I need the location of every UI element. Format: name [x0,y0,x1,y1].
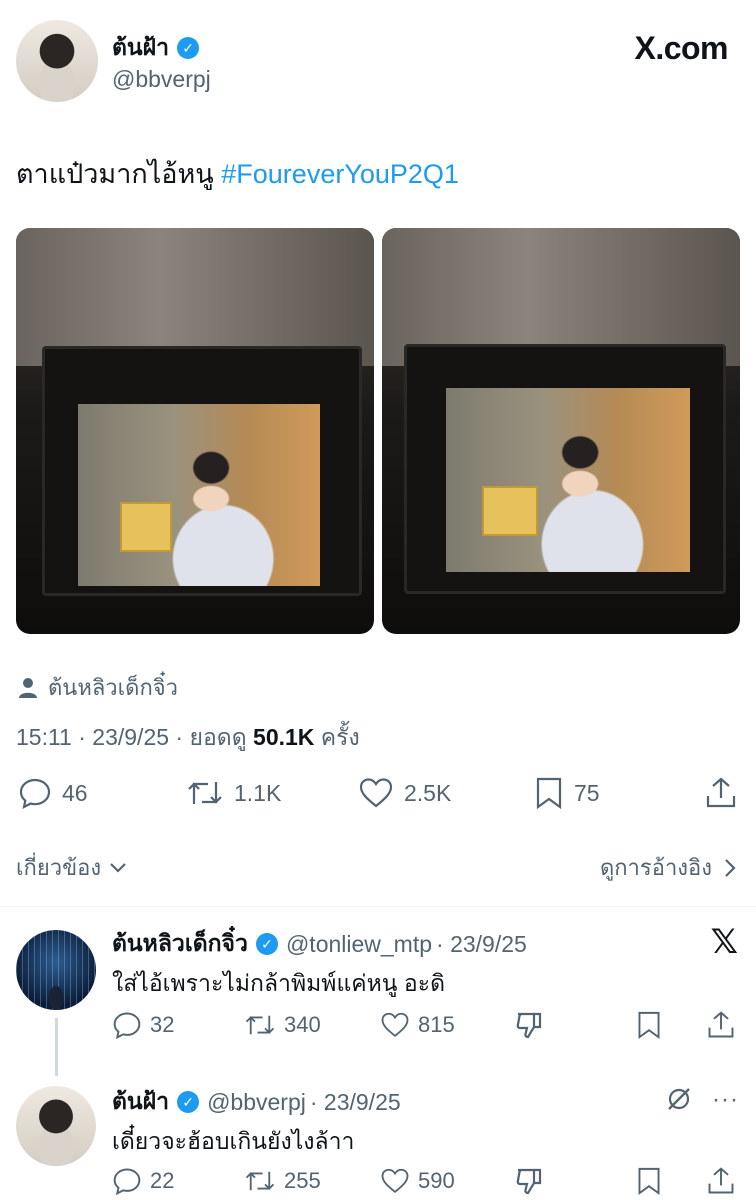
post-time[interactable]: 15:11 · 23/9/25 · ยอดดู [16,724,253,750]
heart-icon [359,778,393,808]
bookmark-icon [638,1011,660,1040]
share-button[interactable] [704,776,738,815]
x-brand: X.com [634,30,728,66]
reply-share-button[interactable] [706,1010,736,1045]
reply-avatar[interactable] [16,1086,96,1166]
author-name[interactable]: ต้นฝ้า [112,30,169,66]
reply-author-name[interactable]: ต้นฝ้า [112,1084,169,1120]
bookmark-button[interactable]: 75 [534,776,600,810]
share-icon [708,1167,734,1194]
repost-icon [245,1015,275,1035]
reply-header: ต้นหลิวเด็กจิ๋ว ✓ @tonliew_mtp · 23/9/25 [112,926,527,962]
chevron-right-icon [725,858,736,877]
bookmark-icon [536,777,562,810]
person-icon [19,677,37,698]
share-icon [708,1011,734,1038]
author-handle[interactable]: @bbverpj [112,66,211,93]
reply-dislike-button[interactable] [514,1010,544,1045]
reply-button[interactable]: 46 [18,776,88,810]
verified-badge-icon: ✓ [177,1091,200,1113]
reply-icon [113,1168,141,1196]
reply-date[interactable]: · 23/9/25 [310,1089,401,1116]
repost-button[interactable]: 1.1K [186,776,281,810]
hashtag-link[interactable]: #FoureverYouP2Q1 [221,159,459,189]
reply-icon [113,1012,141,1040]
like-button[interactable]: 2.5K [358,776,451,810]
reply-share-button[interactable] [706,1166,736,1200]
reply-reply-button[interactable]: 32 [112,1010,174,1040]
verified-badge-icon: ✓ [177,37,200,59]
reply-bookmark-button[interactable] [636,1166,662,1200]
thumbs-down-icon [516,1012,542,1039]
related-dropdown[interactable]: เกี่ยวข้อง [16,850,127,885]
reply-bookmark-button[interactable] [636,1010,662,1045]
reply-date[interactable]: · 23/9/25 [436,931,527,958]
chevron-down-icon [110,862,126,873]
reply-repost-button[interactable]: 340 [244,1010,321,1040]
bookmark-icon [638,1167,660,1196]
heart-icon [381,1012,409,1038]
verified-badge-icon: ✓ [255,933,278,955]
post-photo-1[interactable] [16,228,374,634]
reply-text: เดี๋ยวจะฮ้อบเกินยังไงล้าา [112,1128,355,1154]
reply-repost-button[interactable]: 255 [244,1166,321,1196]
repost-icon [245,1171,275,1191]
thumbs-down-icon [516,1168,542,1195]
share-icon [706,777,736,808]
reply-reply-button[interactable]: 22 [112,1166,174,1196]
grok-icon[interactable] [664,1084,694,1119]
reply-author-name[interactable]: ต้นหลิวเด็กจิ๋ว [112,926,248,962]
post-meta: 15:11 · 23/9/25 · ยอดดู 50.1K ครั้ง [16,724,360,750]
view-count: 50.1K [253,724,315,750]
post-photo-2[interactable] [382,228,740,634]
view-quotes-link[interactable]: ดูการอ้างอิง [600,850,736,885]
tagged-users[interactable]: ต้นหลิวเด็กจิ๋ว [18,670,178,705]
reply-author-handle[interactable]: @tonliew_mtp [286,931,432,958]
reply-text: ใส่ไอ้เพราะไม่กล้าพิมพ์แค่หนู อะดิ [112,970,446,996]
section-divider [0,906,756,907]
reply-like-button[interactable]: 815 [380,1010,455,1040]
thread-line [55,1018,58,1076]
heart-icon [381,1168,409,1194]
reply-author-handle[interactable]: @bbverpj [207,1089,306,1116]
more-icon[interactable]: ··· [712,1086,739,1114]
post-text: ตาแป๋วมากไอ้หนู #FoureverYouP2Q1 [16,159,459,189]
reply-like-button[interactable]: 590 [380,1166,455,1196]
reply-icon [19,778,51,810]
author-avatar[interactable] [16,20,98,102]
reply-dislike-button[interactable] [514,1166,544,1200]
tagged-user-name: ต้นหลิวเด็กจิ๋ว [48,675,179,700]
reply-avatar[interactable] [16,930,96,1010]
repost-icon [188,782,222,804]
x-logo-icon[interactable]: 𝕏 [711,922,738,962]
reply-header: ต้นฝ้า ✓ @bbverpj · 23/9/25 [112,1084,401,1120]
